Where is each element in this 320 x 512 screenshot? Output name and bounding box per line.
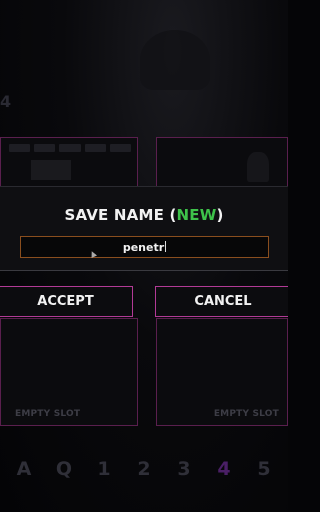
- save-slot-3[interactable]: EMPTY SLOT: [0, 318, 138, 426]
- slot-thumbnail-image: [31, 160, 71, 180]
- slot-page-keys: A Q 1 2 3 4 5: [0, 452, 288, 486]
- key-q[interactable]: Q: [49, 458, 79, 480]
- background-digit: 4: [0, 92, 12, 111]
- new-badge: NEW: [176, 206, 217, 224]
- key-3[interactable]: 3: [169, 458, 199, 480]
- save-screen: 4 EMPTY SLOT EMPTY SLOT A Q 1 2 3 4 5 SA…: [0, 0, 288, 512]
- key-1[interactable]: 1: [89, 458, 119, 480]
- save-name-dialog: SAVE NAME (NEW): [0, 186, 288, 271]
- key-5[interactable]: 5: [249, 458, 279, 480]
- save-slot-4[interactable]: EMPTY SLOT: [156, 318, 288, 426]
- background-character: [140, 30, 210, 90]
- key-2[interactable]: 2: [129, 458, 159, 480]
- key-4[interactable]: 4: [209, 458, 239, 480]
- slot-thumbnail-toolbar: [9, 144, 132, 152]
- save-name-value: penetr: [122, 241, 165, 254]
- empty-slot-label: EMPTY SLOT: [15, 409, 81, 419]
- slot-thumbnail-image: [247, 152, 269, 182]
- empty-slot-label: EMPTY SLOT: [213, 409, 279, 419]
- dialog-title: SAVE NAME (NEW): [64, 206, 224, 224]
- save-slot-2[interactable]: [156, 137, 288, 189]
- key-a[interactable]: A: [9, 458, 39, 480]
- cancel-button[interactable]: CANCEL: [155, 286, 288, 317]
- text-caret: [165, 241, 167, 252]
- accept-button[interactable]: ACCEPT: [0, 286, 133, 317]
- save-slot-1[interactable]: [0, 137, 138, 189]
- save-name-input[interactable]: penetr: [20, 236, 269, 258]
